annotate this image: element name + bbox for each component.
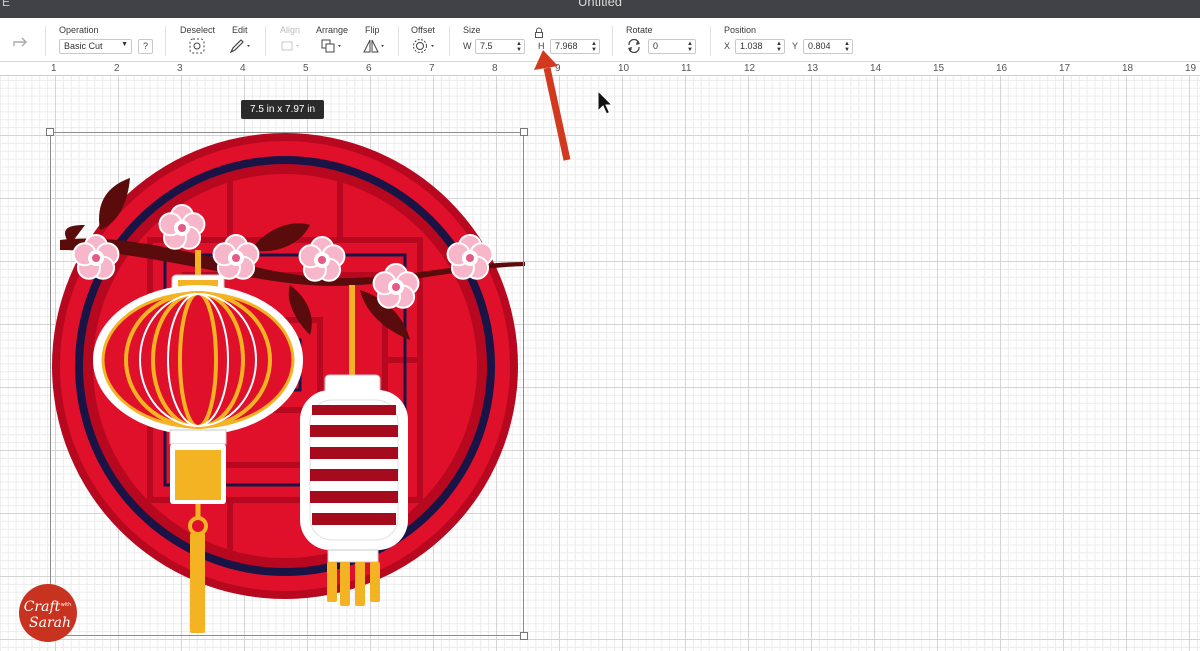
operation-select[interactable]: Basic Cut ▼	[59, 39, 132, 54]
ruler-mark: 3	[177, 63, 183, 74]
ruler-mark: 11	[681, 63, 692, 74]
separator	[45, 26, 46, 56]
stepper-icon[interactable]: ▲ ▼	[776, 41, 782, 53]
ruler-mark: 18	[1122, 63, 1134, 74]
flip-icon[interactable]	[362, 38, 388, 54]
logo-text-sarah: Sarah	[29, 615, 71, 631]
x-label: X	[724, 41, 731, 51]
window-title: Untitled	[577, 0, 623, 9]
stepper-icon[interactable]: ▲ ▼	[844, 41, 850, 53]
horizontal-ruler: 1 2 3 4 5 6 7 8 9 10 11 12 13 14 15 16 17 18 19	[0, 62, 1200, 76]
title-bar: E Untitled	[0, 0, 1200, 18]
align-icon	[281, 41, 299, 51]
separator	[710, 26, 711, 56]
edit-toolbar: Operation Basic Cut ▼ ? Deselect Edit Ali…	[0, 18, 1200, 62]
pencil-icon[interactable]	[229, 38, 253, 54]
size-label: Size	[463, 25, 481, 35]
ruler-mark: 12	[744, 63, 756, 74]
rotate-input[interactable]: 0 ▲ ▼	[648, 39, 696, 54]
ruler-mark: 8	[492, 63, 498, 74]
ruler-mark: 13	[807, 63, 819, 74]
separator	[449, 26, 450, 56]
stepper-icon[interactable]: ▲ ▼	[591, 41, 597, 53]
edit-label: Edit	[232, 25, 248, 35]
separator	[398, 26, 399, 56]
annotation-arrow-icon	[534, 50, 571, 161]
size-tooltip: 7.5 in x 7.97 in	[241, 100, 325, 119]
flip-label: Flip	[365, 25, 380, 35]
operation-label: Operation	[59, 25, 99, 35]
rotate-value: 0	[653, 41, 659, 51]
ruler-mark: 4	[240, 63, 246, 74]
rotate-label: Rotate	[626, 25, 653, 35]
y-value: 0.804	[808, 41, 831, 51]
logo-text-with: with	[61, 602, 72, 608]
x-value: 1.038	[740, 41, 763, 51]
resize-handle-top-left[interactable]	[46, 128, 54, 136]
redo-icon[interactable]	[12, 36, 30, 48]
separator	[165, 26, 166, 56]
width-value: 7.5	[480, 41, 493, 51]
selection-box[interactable]	[50, 132, 524, 636]
ruler-mark: 7	[429, 63, 435, 74]
ruler-mark: 1	[51, 63, 57, 74]
separator	[265, 26, 266, 56]
stepper-icon[interactable]: ▲ ▼	[687, 41, 693, 53]
arrange-label: Arrange	[316, 25, 349, 35]
operation-value: Basic Cut	[64, 41, 103, 51]
y-label: Y	[792, 41, 799, 51]
rotate-icon[interactable]	[626, 39, 642, 53]
ruler-mark: 17	[1059, 63, 1071, 74]
ruler-mark: 14	[870, 63, 882, 74]
lock-icon[interactable]	[533, 27, 545, 39]
width-label: W	[463, 41, 472, 51]
deselect-label: Deselect	[180, 25, 216, 35]
x-input[interactable]: 1.038 ▲ ▼	[735, 39, 785, 54]
offset-icon[interactable]	[411, 38, 439, 54]
ruler-mark: 2	[114, 63, 120, 74]
chevron-down-icon: ▼	[121, 41, 128, 48]
width-input[interactable]: 7.5 ▲ ▼	[475, 39, 525, 54]
arrange-icon[interactable]	[320, 38, 346, 54]
ruler-mark: 15	[933, 63, 945, 74]
resize-handle-bottom-right[interactable]	[520, 632, 528, 640]
logo-text-craft: Craft	[24, 599, 61, 615]
offset-label: Offset	[411, 25, 435, 35]
mouse-cursor-icon	[597, 90, 614, 115]
position-label: Position	[724, 25, 757, 35]
y-input[interactable]: 0.804 ▲ ▼	[803, 39, 853, 54]
ruler-mark: 16	[996, 63, 1008, 74]
ruler-mark: 5	[303, 63, 309, 74]
align-label: Align	[280, 25, 301, 35]
deselect-icon[interactable]	[189, 38, 205, 54]
ruler-mark: 19	[1185, 63, 1197, 74]
separator	[612, 26, 613, 56]
ruler-mark: 10	[618, 63, 630, 74]
ruler-mark: 6	[366, 63, 372, 74]
operation-help-button[interactable]: ?	[138, 39, 153, 54]
craft-with-sarah-logo: Craft with Sarah	[19, 584, 77, 642]
